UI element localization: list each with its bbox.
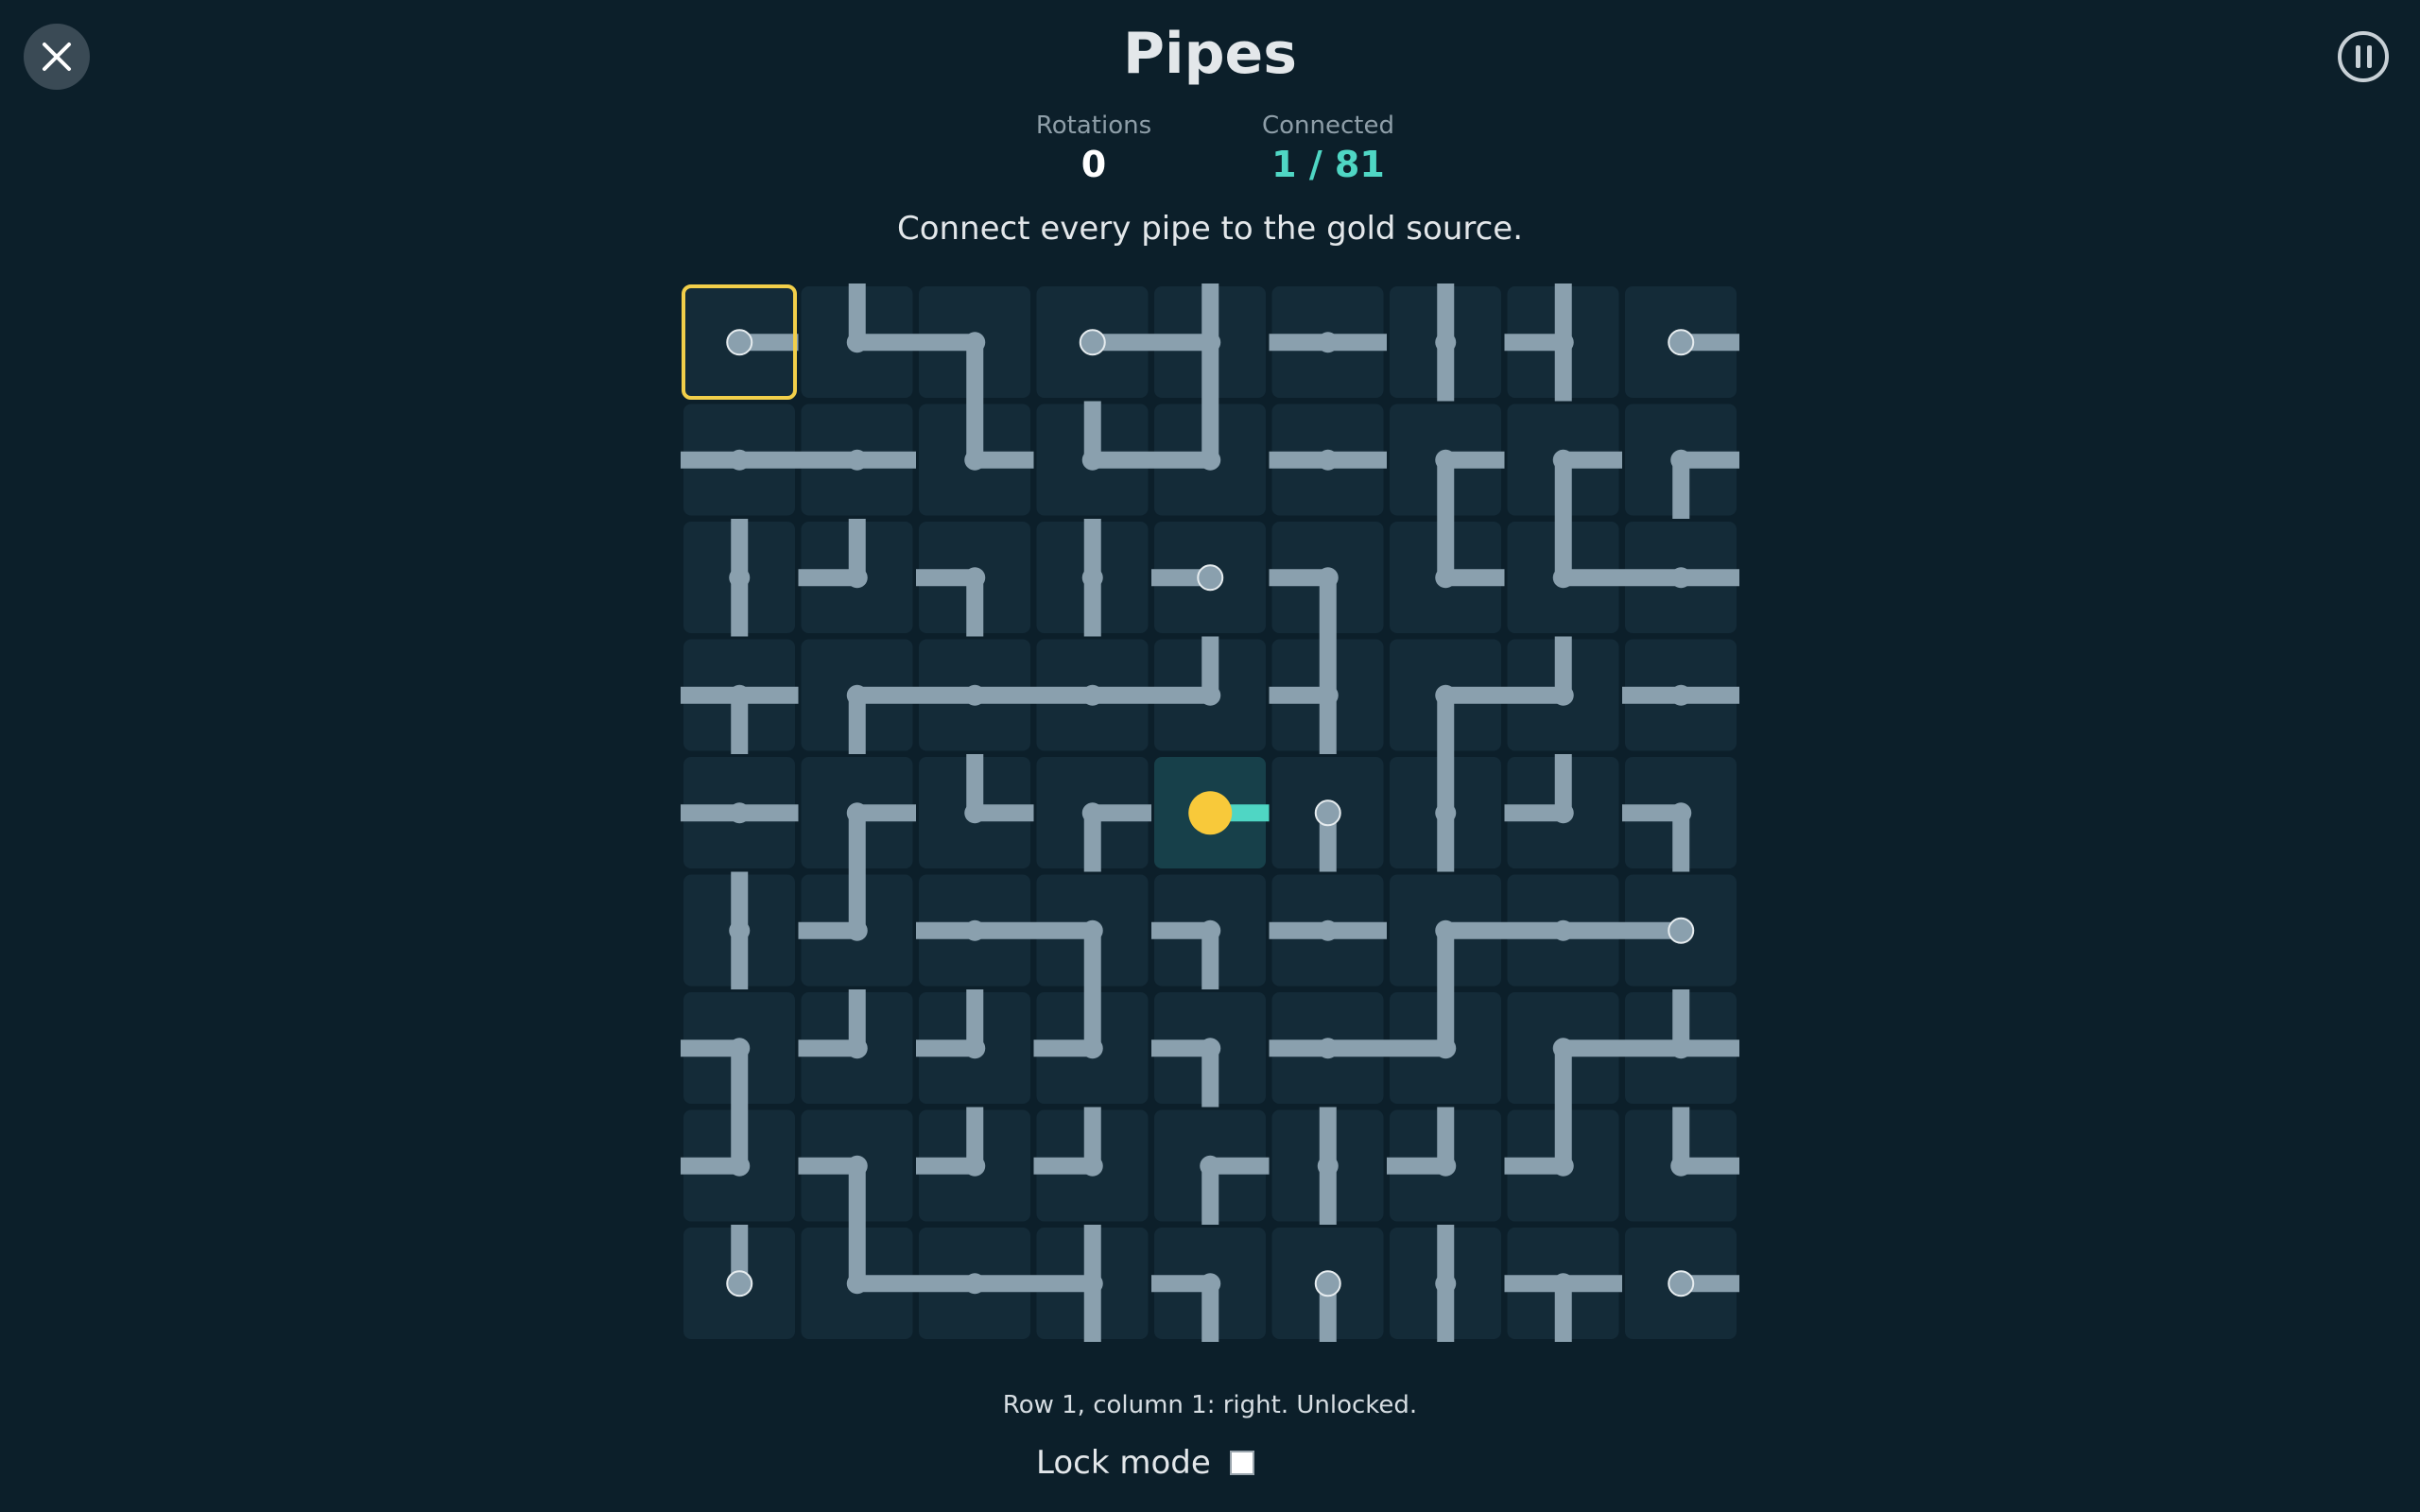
pipe-endpoint-icon bbox=[1668, 329, 1695, 356]
pipe-joint bbox=[1317, 1038, 1339, 1059]
pipe-joint bbox=[1081, 684, 1103, 706]
pipe-endpoint-icon bbox=[1314, 1270, 1341, 1297]
pipe-joint bbox=[1670, 684, 1692, 706]
pipe-joint bbox=[964, 1155, 986, 1177]
pause-button[interactable] bbox=[2338, 31, 2389, 82]
pipe-endpoint-icon bbox=[1668, 917, 1695, 944]
pipe-joint bbox=[964, 802, 986, 824]
pipe-joint bbox=[846, 684, 868, 706]
pipe-joint bbox=[1670, 1155, 1692, 1177]
pipe-joint bbox=[1200, 1038, 1221, 1059]
pipe-endpoint-icon bbox=[1314, 799, 1341, 827]
pipe-joint bbox=[729, 567, 751, 589]
pipe-joint bbox=[964, 449, 986, 471]
pipe-joint bbox=[1435, 567, 1457, 589]
pipe-joint bbox=[964, 919, 986, 941]
pipe-joint bbox=[729, 684, 751, 706]
lock-mode-control[interactable]: Lock mode bbox=[1036, 1444, 1254, 1482]
pipe-joint bbox=[1200, 449, 1221, 471]
pipe-joint bbox=[729, 1038, 751, 1059]
pipe-joint bbox=[1435, 1155, 1457, 1177]
lock-mode-label: Lock mode bbox=[1036, 1444, 1211, 1482]
pipe-joint bbox=[1435, 802, 1457, 824]
pipe-joint bbox=[964, 567, 986, 589]
pipe-joint bbox=[1317, 919, 1339, 941]
pipe-joint bbox=[729, 919, 751, 941]
instruction-text: Connect every pipe to the gold source. bbox=[896, 210, 1524, 248]
pipe-joint bbox=[1081, 567, 1103, 589]
pipe-joint bbox=[1670, 802, 1692, 824]
pipe-joint bbox=[1435, 919, 1457, 941]
pipe-joint bbox=[1317, 1155, 1339, 1177]
pipe-joint bbox=[1435, 1273, 1457, 1295]
pipe-joint bbox=[1317, 567, 1339, 589]
pipe-joint bbox=[846, 1273, 868, 1295]
pipe-joint bbox=[1317, 332, 1339, 353]
pipe-joint bbox=[846, 1155, 868, 1177]
pipe-joint bbox=[1552, 684, 1574, 706]
pipe-joint bbox=[1435, 332, 1457, 353]
pipe-endpoint-icon bbox=[1197, 564, 1224, 592]
pipe-joint bbox=[1670, 449, 1692, 471]
pipe-joint bbox=[1435, 449, 1457, 471]
pipe-joint bbox=[1552, 332, 1574, 353]
pipe-joint bbox=[964, 1273, 986, 1295]
pipe-joint bbox=[1435, 1038, 1457, 1059]
pause-icon bbox=[2366, 45, 2372, 68]
pipe-joint bbox=[1200, 332, 1221, 353]
pipe-endpoint-icon bbox=[1079, 329, 1106, 356]
pipe-joint bbox=[846, 1038, 868, 1059]
pipe-joint bbox=[964, 1038, 986, 1059]
pipe-joint bbox=[1552, 1155, 1574, 1177]
pipe-joint bbox=[1552, 802, 1574, 824]
pipe-joint bbox=[846, 919, 868, 941]
pipe-joint bbox=[964, 332, 986, 353]
pipe-joint bbox=[729, 1155, 751, 1177]
lock-mode-checkbox[interactable] bbox=[1229, 1451, 1254, 1475]
pipe-joint bbox=[1552, 1038, 1574, 1059]
connected-stat: Connected 1 / 81 bbox=[1215, 112, 1442, 185]
pipe-endpoint-icon bbox=[726, 1270, 753, 1297]
pipe-joint bbox=[729, 449, 751, 471]
pipe-joint bbox=[846, 332, 868, 353]
connected-label: Connected bbox=[1261, 112, 1394, 140]
pipe-board bbox=[681, 284, 1739, 1342]
pipe-joint bbox=[1081, 1273, 1103, 1295]
rotations-value: 0 bbox=[1080, 144, 1107, 185]
pipe-joint bbox=[1670, 567, 1692, 589]
pipe-joint bbox=[846, 567, 868, 589]
pipe-joint bbox=[1081, 919, 1103, 941]
pipe-joint bbox=[846, 802, 868, 824]
pipe-joint bbox=[846, 449, 868, 471]
pipe-joint bbox=[1317, 449, 1339, 471]
pipe-joint bbox=[1435, 684, 1457, 706]
pipe-joint bbox=[1552, 919, 1574, 941]
pipe-joint bbox=[1552, 1273, 1574, 1295]
gold-source-icon bbox=[1188, 791, 1233, 835]
pipe-joint bbox=[1317, 684, 1339, 706]
pipe-joint bbox=[1081, 449, 1103, 471]
pipe-joint bbox=[964, 684, 986, 706]
pause-icon bbox=[2355, 45, 2360, 68]
pipe-joint bbox=[1081, 802, 1103, 824]
rotations-stat: Rotations 0 bbox=[980, 112, 1207, 185]
pipe-endpoint-icon bbox=[726, 329, 753, 356]
pipe-joint bbox=[1200, 1273, 1221, 1295]
pipe-joint bbox=[1200, 919, 1221, 941]
pipe-joint bbox=[1200, 1155, 1221, 1177]
pipe-joint bbox=[1081, 1155, 1103, 1177]
pipe-joint bbox=[729, 802, 751, 824]
connected-value: 1 / 81 bbox=[1271, 144, 1385, 185]
pipe-joint bbox=[1200, 684, 1221, 706]
pipe-joint bbox=[1081, 1038, 1103, 1059]
pipe-joint bbox=[1552, 449, 1574, 471]
pipe-joint bbox=[1552, 567, 1574, 589]
pipe-endpoint-icon bbox=[1668, 1270, 1695, 1297]
pipe-joint bbox=[1670, 1038, 1692, 1059]
status-text: Row 1, column 1: right. Unlocked. bbox=[1002, 1391, 1418, 1419]
rotations-label: Rotations bbox=[1035, 112, 1152, 140]
page-title: Pipes bbox=[1123, 21, 1297, 87]
